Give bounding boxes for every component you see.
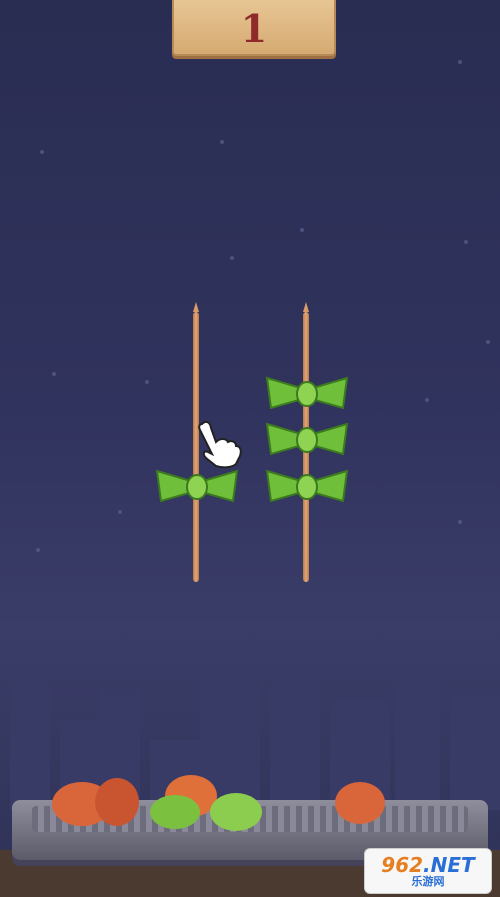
leaf-knot[interactable] [155,465,239,503]
tap-hand-icon [192,418,244,470]
grilled-meat [335,782,385,824]
grilled-vegetable [210,793,262,831]
grilled-vegetable [150,795,200,829]
level-number: 1 [240,5,268,51]
leaf-knot[interactable] [265,372,349,410]
grilled-meat [95,778,139,826]
leaf-knot[interactable] [265,465,349,503]
leaf-knot[interactable] [265,418,349,456]
site-watermark: 962.NET 乐游网 [364,848,492,894]
level-board: 1 [172,0,336,56]
